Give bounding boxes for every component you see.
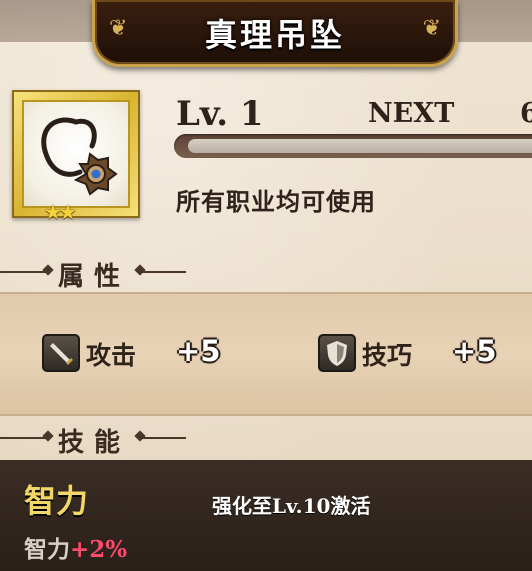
- next-label: NEXT: [368, 98, 455, 129]
- skill-effect-value: +2%: [70, 536, 128, 563]
- header-line-left: [0, 437, 48, 439]
- attack-label: 攻击: [86, 341, 137, 370]
- rarity-stars: ★★: [44, 200, 77, 224]
- skill-unlock-condition: 强化至Lv.10激活: [212, 494, 371, 518]
- ornament-right-icon: ❦: [422, 16, 441, 41]
- usable-classes-text: 所有职业均可使用: [176, 187, 376, 216]
- sword-icon: [42, 334, 80, 372]
- item-icon-frame[interactable]: [12, 90, 140, 218]
- attack-value: +5: [176, 334, 221, 368]
- next-value: 6: [520, 98, 532, 129]
- attributes-section-title: 属性: [58, 262, 131, 292]
- title-banner: ❦ 真理吊坠 ❦: [92, 0, 458, 67]
- header-diamond-right-icon: [134, 264, 146, 276]
- item-level: Lv. 1: [176, 94, 264, 134]
- header-diamond-left-icon: [42, 430, 54, 442]
- skill-effect-label: 智力: [24, 536, 70, 563]
- exp-track: [188, 139, 532, 153]
- skill-stat-label: 技巧: [362, 341, 413, 370]
- skill-effect: 智力+2%: [24, 530, 127, 564]
- skills-section-title: 技能: [58, 428, 131, 458]
- item-detail-screen: ❦ 真理吊坠 ❦ ★★ Lv. 1 NEXT 6 所有职业均可使用 属性 攻击 …: [0, 0, 532, 571]
- skill-stat-value: +5: [452, 334, 497, 368]
- header-line-right: [140, 437, 186, 439]
- shield-icon: [318, 334, 356, 372]
- skills-section-header: 技能: [0, 418, 200, 458]
- header-line-right: [140, 271, 186, 273]
- pendant-icon: [41, 117, 118, 196]
- skill-name: 智力: [24, 482, 89, 520]
- exp-bar: [174, 134, 532, 158]
- header-line-left: [0, 271, 48, 273]
- header-diamond-right-icon: [134, 430, 146, 442]
- attributes-section-header: 属性: [0, 252, 200, 292]
- item-title: 真理吊坠: [204, 16, 345, 54]
- item-icon-background: [22, 100, 130, 208]
- header-diamond-left-icon: [42, 264, 54, 276]
